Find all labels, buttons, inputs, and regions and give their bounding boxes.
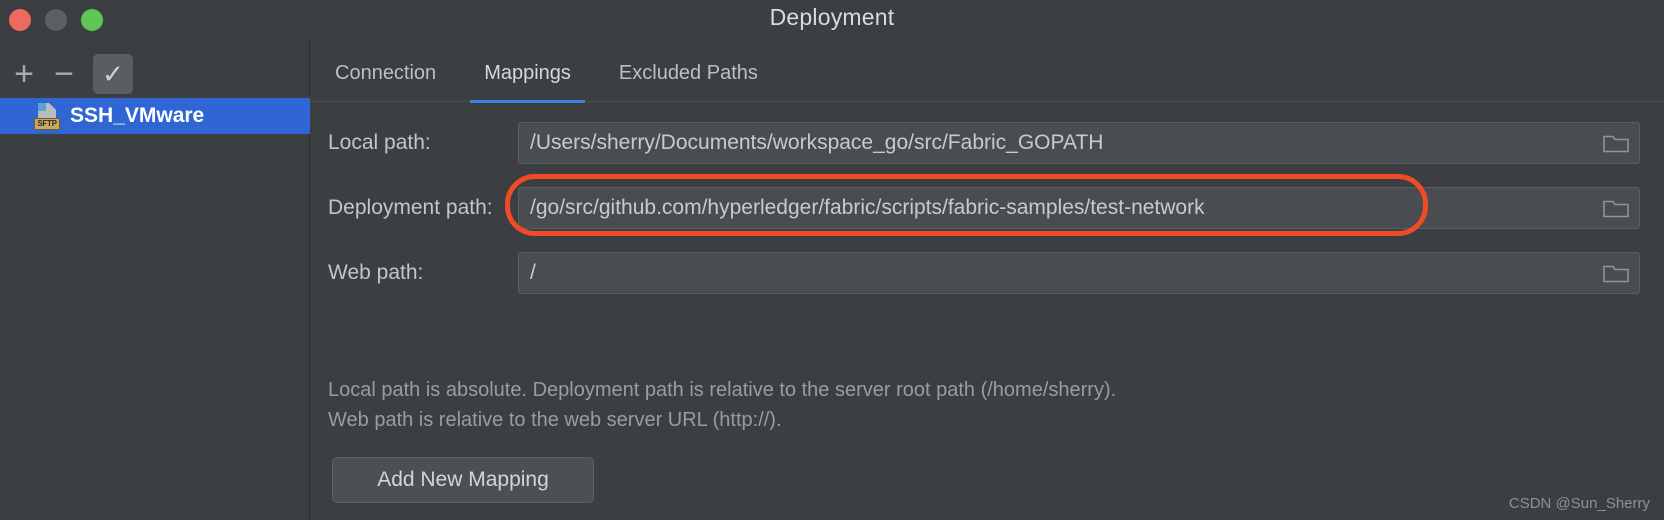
folder-icon[interactable]: [1603, 263, 1629, 284]
tab-excluded-paths[interactable]: Excluded Paths: [595, 56, 782, 102]
set-default-server-button[interactable]: ✓: [93, 54, 133, 94]
server-list: SFTP SSH_VMware: [0, 98, 310, 134]
title-bar: Deployment: [0, 0, 1664, 42]
sftp-server-icon: SFTP: [34, 103, 60, 130]
remove-server-button[interactable]: −: [44, 54, 84, 94]
local-path-row: Local path: /Users/sherry/Documents/work…: [311, 118, 1664, 168]
server-list-panel: + − ✓ SFTP SSH_VMware: [0, 42, 310, 520]
sidebar-item-label: SSH_VMware: [70, 104, 205, 127]
web-path-row: Web path: /: [311, 248, 1664, 298]
hint-web-path: Web path is relative to the web server U…: [328, 409, 782, 431]
window-title: Deployment: [769, 4, 895, 30]
sidebar-item-ssh-vmware[interactable]: SFTP SSH_VMware: [0, 98, 310, 134]
local-path-value: /Users/sherry/Documents/workspace_go/src…: [530, 131, 1104, 154]
watermark: CSDN @Sun_Sherry: [1508, 495, 1650, 512]
mapping-hints: Local path is absolute. Deployment path …: [328, 375, 1116, 435]
web-path-value: /: [530, 261, 536, 284]
add-server-button[interactable]: +: [4, 54, 44, 94]
mappings-form: Local path: /Users/sherry/Documents/work…: [311, 118, 1664, 503]
tab-bar: Connection Mappings Excluded Paths: [311, 56, 1664, 103]
tab-connection[interactable]: Connection: [311, 56, 460, 102]
web-path-label: Web path:: [328, 261, 424, 284]
server-list-toolbar: + − ✓: [0, 48, 310, 100]
deployment-path-row: Deployment path: /go/src/github.com/hype…: [311, 174, 1664, 236]
deployment-path-label: Deployment path:: [328, 196, 493, 219]
web-path-input[interactable]: /: [518, 252, 1640, 294]
deployment-path-value: /go/src/github.com/hyperledger/fabric/sc…: [530, 196, 1205, 219]
deployment-path-input[interactable]: /go/src/github.com/hyperledger/fabric/sc…: [518, 187, 1640, 229]
folder-icon[interactable]: [1603, 198, 1629, 219]
folder-icon[interactable]: [1603, 133, 1629, 154]
local-path-input[interactable]: /Users/sherry/Documents/workspace_go/src…: [518, 122, 1640, 164]
tab-mappings[interactable]: Mappings: [460, 56, 595, 103]
sftp-badge-label: SFTP: [34, 118, 60, 130]
mappings-panel: Connection Mappings Excluded Paths Local…: [311, 42, 1664, 520]
deployment-dialog: Deployment + − ✓ SFTP SSH_VMware Connect…: [0, 0, 1664, 520]
hint-local-deployment: Local path is absolute. Deployment path …: [328, 379, 1117, 401]
local-path-label: Local path:: [328, 131, 431, 154]
add-new-mapping-button[interactable]: Add New Mapping: [332, 457, 594, 503]
